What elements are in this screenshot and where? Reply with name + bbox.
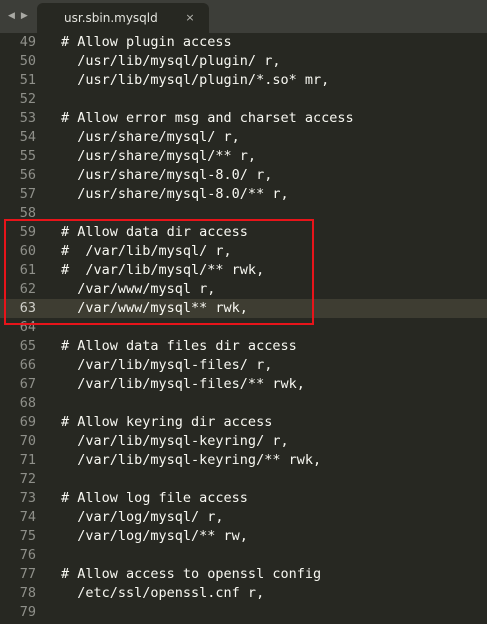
code-line[interactable]: 52	[0, 90, 487, 109]
highlight-box	[4, 219, 314, 325]
code-text: # Allow error msg and charset access	[61, 110, 354, 126]
code-line[interactable]: 53 # Allow error msg and charset access	[0, 109, 487, 128]
code-line[interactable]: 72	[0, 470, 487, 489]
code-line[interactable]: 76	[0, 546, 487, 565]
line-number: 78	[19, 585, 36, 601]
code-text: /var/lib/mysql-keyring/** rwk,	[61, 452, 322, 468]
tab-navigation: ◀ ▶	[8, 7, 28, 25]
code-text: /var/lib/mysql-files/ r,	[61, 357, 273, 373]
code-text: # Allow access to openssl config	[61, 566, 322, 582]
line-number: 77	[19, 566, 36, 582]
code-text: # Allow data files dir access	[61, 338, 297, 354]
code-text: /usr/share/mysql/** r,	[61, 148, 257, 164]
code-line[interactable]: 70 /var/lib/mysql-keyring/ r,	[0, 432, 487, 451]
line-number: 68	[19, 395, 36, 411]
code-line[interactable]: 67 /var/lib/mysql-files/** rwk,	[0, 375, 487, 394]
line-number: 75	[19, 528, 36, 544]
code-text: /usr/share/mysql-8.0/** r,	[61, 186, 289, 202]
code-line[interactable]: 71 /var/lib/mysql-keyring/** rwk,	[0, 451, 487, 470]
code-text: /var/lib/mysql-keyring/ r,	[61, 433, 289, 449]
code-line[interactable]: 50 /usr/lib/mysql/plugin/ r,	[0, 52, 487, 71]
line-number: 54	[19, 129, 36, 145]
editor-window: ◀ ▶ usr.sbin.mysqld × 49 # Allow plugin a…	[0, 0, 487, 624]
line-number: 71	[19, 452, 36, 468]
code-line[interactable]: 73 # Allow log file access	[0, 489, 487, 508]
tab-bar: ◀ ▶ usr.sbin.mysqld ×	[0, 0, 487, 33]
code-text: /var/lib/mysql-files/** rwk,	[61, 376, 305, 392]
tab-title: usr.sbin.mysqld	[64, 11, 158, 25]
line-number: 51	[19, 72, 36, 88]
code-text: /usr/share/mysql-8.0/ r,	[61, 167, 273, 183]
line-number: 72	[19, 471, 36, 487]
code-line[interactable]: 74 /var/log/mysql/ r,	[0, 508, 487, 527]
code-editor[interactable]: 49 # Allow plugin access 50 /usr/lib/mysql…	[0, 33, 487, 624]
code-text: /var/log/mysql/ r,	[61, 509, 224, 525]
code-line[interactable]: 68	[0, 394, 487, 413]
code-line[interactable]: 51 /usr/lib/mysql/plugin/*.so* mr,	[0, 71, 487, 90]
line-number: 56	[19, 167, 36, 183]
line-number: 57	[19, 186, 36, 202]
code-text: /etc/ssl/openssl.cnf r,	[61, 585, 265, 601]
code-text: # Allow log file access	[61, 490, 248, 506]
line-number: 53	[19, 110, 36, 126]
tab-usr-sbin-mysqld[interactable]: usr.sbin.mysqld ×	[37, 3, 209, 33]
line-number: 50	[19, 53, 36, 69]
code-text: /usr/lib/mysql/plugin/*.so* mr,	[61, 72, 330, 88]
back-arrow-icon[interactable]: ◀	[8, 7, 15, 25]
line-number: 76	[19, 547, 36, 563]
line-number: 79	[19, 604, 36, 620]
line-number: 65	[19, 338, 36, 354]
line-number: 49	[19, 34, 36, 50]
forward-arrow-icon[interactable]: ▶	[21, 7, 28, 25]
line-number: 70	[19, 433, 36, 449]
code-line[interactable]: 77 # Allow access to openssl config	[0, 565, 487, 584]
code-line[interactable]: 54 /usr/share/mysql/ r,	[0, 128, 487, 147]
code-line[interactable]: 79	[0, 603, 487, 622]
line-number: 52	[19, 91, 36, 107]
code-line[interactable]: 75 /var/log/mysql/** rw,	[0, 527, 487, 546]
line-number: 74	[19, 509, 36, 525]
code-line[interactable]: 55 /usr/share/mysql/** r,	[0, 147, 487, 166]
line-number: 66	[19, 357, 36, 373]
line-number: 69	[19, 414, 36, 430]
code-line[interactable]: 69 # Allow keyring dir access	[0, 413, 487, 432]
code-line[interactable]: 65 # Allow data files dir access	[0, 337, 487, 356]
code-line[interactable]: 56 /usr/share/mysql-8.0/ r,	[0, 166, 487, 185]
close-icon[interactable]: ×	[183, 3, 197, 33]
code-text: # Allow plugin access	[61, 34, 232, 50]
code-line[interactable]: 78 /etc/ssl/openssl.cnf r,	[0, 584, 487, 603]
line-number: 55	[19, 148, 36, 164]
code-line[interactable]: 49 # Allow plugin access	[0, 33, 487, 52]
line-number: 73	[19, 490, 36, 506]
code-line[interactable]: 57 /usr/share/mysql-8.0/** r,	[0, 185, 487, 204]
code-text: # Allow keyring dir access	[61, 414, 273, 430]
code-text: /usr/share/mysql/ r,	[61, 129, 240, 145]
code-text: /usr/lib/mysql/plugin/ r,	[61, 53, 281, 69]
line-number: 67	[19, 376, 36, 392]
code-line[interactable]: 66 /var/lib/mysql-files/ r,	[0, 356, 487, 375]
code-text: /var/log/mysql/** rw,	[61, 528, 248, 544]
